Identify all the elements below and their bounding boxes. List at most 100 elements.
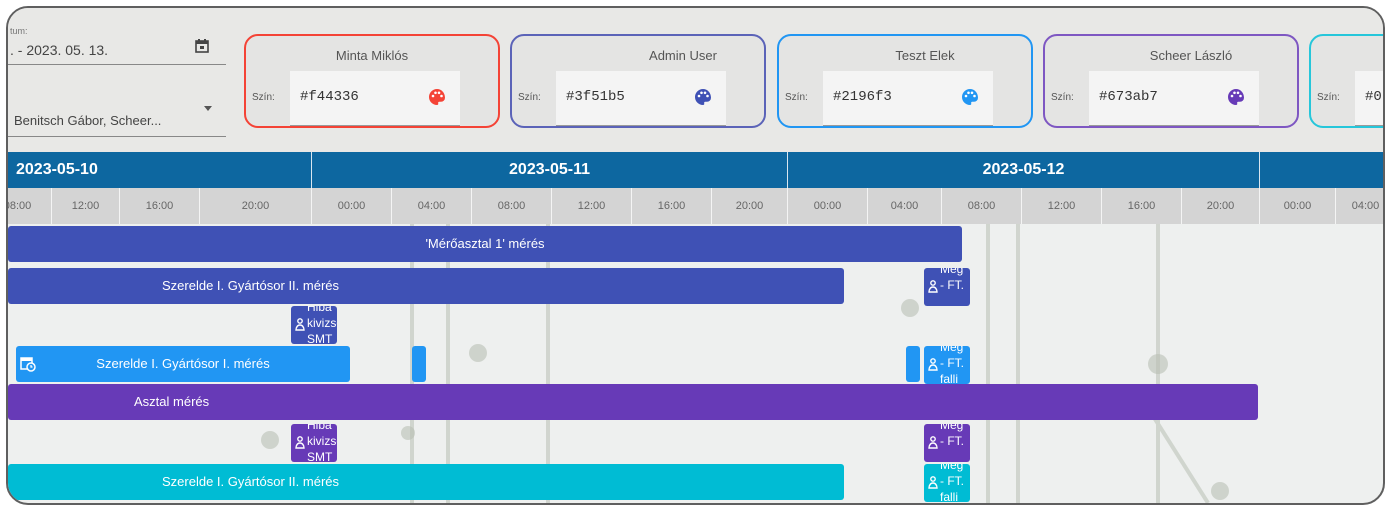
gantt-slim-task[interactable] [412,346,426,382]
person-icon [928,476,938,489]
calendar-icon[interactable] [194,38,210,54]
color-field[interactable]: #f44336 [290,71,460,126]
gantt-bar-szerelde-gy1[interactable]: Szerelde I. Gyártósor I. mérés [16,346,350,382]
user-name: Admin User [649,48,717,63]
person-icon [928,436,938,449]
color-field[interactable]: #673ab7 [1089,71,1259,126]
mini-label: - FT. [940,434,964,448]
mini-label: - FT. [940,278,964,292]
color-field[interactable]: #2196f3 [823,71,993,126]
gantt-mini-task[interactable]: Meg - FT. [924,424,970,462]
hour-cell: 20:00 [200,188,312,224]
color-label: Szín: [518,92,541,103]
user-name: Scheer László [1149,48,1233,63]
gantt-mini-task[interactable]: Meg - FT. [924,268,970,306]
mini-label: - FT. [940,356,964,370]
mini-label: Hiba [307,306,332,314]
palette-icon[interactable] [694,88,712,106]
color-label: Szín: [1317,92,1340,103]
calendar-clock-icon [20,357,36,372]
palette-icon[interactable] [1227,88,1245,106]
filter-bar: tum: . - 2023. 05. 13. Benitsch Gábor, S… [8,8,1383,152]
gantt-bar-label: Szerelde I. Gyártósor II. mérés [162,474,340,489]
hour-cell: 08:00 [8,188,52,224]
gantt-bar-meroasztal[interactable]: 'Mérőasztal 1' mérés [8,226,962,262]
user-name: Teszt Elek [895,48,955,63]
color-value: #673ab7 [1099,89,1158,105]
mini-label: Meg [940,464,964,472]
person-icon [295,318,305,331]
person-icon [928,280,938,293]
hour-cell: 20:00 [712,188,788,224]
timeline-hour-header: 08:00 12:00 16:00 20:00 00:00 04:00 08:0… [8,188,1383,224]
user-name: Minta Miklós [335,48,409,63]
mini-label: Meg [940,268,964,276]
user-card-admin-user: Admin User Szín: #3f51b5 [510,34,766,128]
gantt-bar-label: 'Mérőasztal 1' mérés [425,236,545,251]
hour-cell: 00:00 [1260,188,1336,224]
gantt-mini-task[interactable]: Hiba kivizsg SMT [291,306,337,344]
mini-label: SMT [307,450,333,462]
user-card-minta-miklos: Minta Miklós Szín: #f44336 [244,34,500,128]
date-range-input[interactable]: . - 2023. 05. 13. [10,42,108,58]
person-icon [295,436,305,449]
person-icon [928,358,938,371]
gantt-mini-task[interactable]: Meg - FT. falli [924,346,970,384]
chevron-down-icon[interactable] [204,106,212,111]
timeline-day-header: 2023-05-10 2023-05-11 2023-05-12 [8,152,1383,188]
day-column-2023-05-12: 2023-05-12 [788,152,1260,188]
color-value: #f44336 [300,89,359,105]
mini-label: falli [940,372,959,384]
mini-label: Meg [940,424,964,432]
hour-cell: 16:00 [1102,188,1182,224]
users-select-underline [8,136,226,137]
mini-label: kivizsg [307,434,337,448]
hour-cell: 00:00 [312,188,392,224]
gantt-bar-label: Asztal mérés [134,394,210,409]
user-card-scheer-laszlo: Scheer László Szín: #673ab7 [1043,34,1299,128]
gantt-bar-label: Szerelde I. Gyártósor II. mérés [162,278,340,293]
color-label: Szín: [1051,92,1074,103]
hour-cell: 12:00 [1022,188,1102,224]
hour-cell: 00:00 [788,188,868,224]
color-field[interactable]: #3f51b5 [556,71,726,126]
mini-label: SMT [307,332,333,344]
date-range-label: tum: [10,26,28,36]
user-card-partial: E Szín: #0 [1309,34,1383,128]
hour-cell: 16:00 [632,188,712,224]
date-input-underline [8,64,226,65]
users-select[interactable]: Benitsch Gábor, Scheer... [14,113,161,128]
hour-cell: 08:00 [942,188,1022,224]
hour-cell: 12:00 [552,188,632,224]
user-card-teszt-elek: Teszt Elek Szín: #2196f3 [777,34,1033,128]
color-value: #2196f3 [833,89,892,105]
color-value: #0 [1365,89,1382,105]
day-column-2023-05-11: 2023-05-11 [312,152,788,188]
hour-cell: 08:00 [472,188,552,224]
gantt-bar-szerelde-gy2-cyan[interactable]: Szerelde I. Gyártósor II. mérés [8,464,844,500]
color-label: Szín: [785,92,808,103]
hour-cell: 04:00 [1336,188,1383,224]
palette-icon[interactable] [961,88,979,106]
color-value: #3f51b5 [566,89,625,105]
day-column-2023-05-10: 2023-05-10 [8,152,312,188]
color-label: Szín: [252,92,275,103]
hour-cell: 04:00 [868,188,942,224]
palette-icon[interactable] [428,88,446,106]
gantt-mini-task[interactable]: Hiba kivizsg SMT [291,424,337,462]
hour-cell: 16:00 [120,188,200,224]
mini-label: Hiba [307,424,332,432]
hour-cell: 04:00 [392,188,472,224]
hour-cell: 12:00 [52,188,120,224]
gantt-bar-asztal[interactable]: Asztal mérés [8,384,1258,420]
gantt-slim-task[interactable] [906,346,920,382]
mini-label: kivizsg [307,316,337,330]
color-field[interactable]: #0 [1355,71,1383,126]
gantt-bar-szerelde-gy2[interactable]: Szerelde I. Gyártósor II. mérés [8,268,844,304]
mini-label: Meg [940,346,964,354]
gantt-mini-task[interactable]: Meg - FT. falli [924,464,970,502]
app-frame: tum: . - 2023. 05. 13. Benitsch Gábor, S… [6,6,1385,505]
mini-label: falli [940,490,959,502]
gantt-bar-label: Szerelde I. Gyártósor I. mérés [96,356,270,371]
hour-cell: 20:00 [1182,188,1260,224]
